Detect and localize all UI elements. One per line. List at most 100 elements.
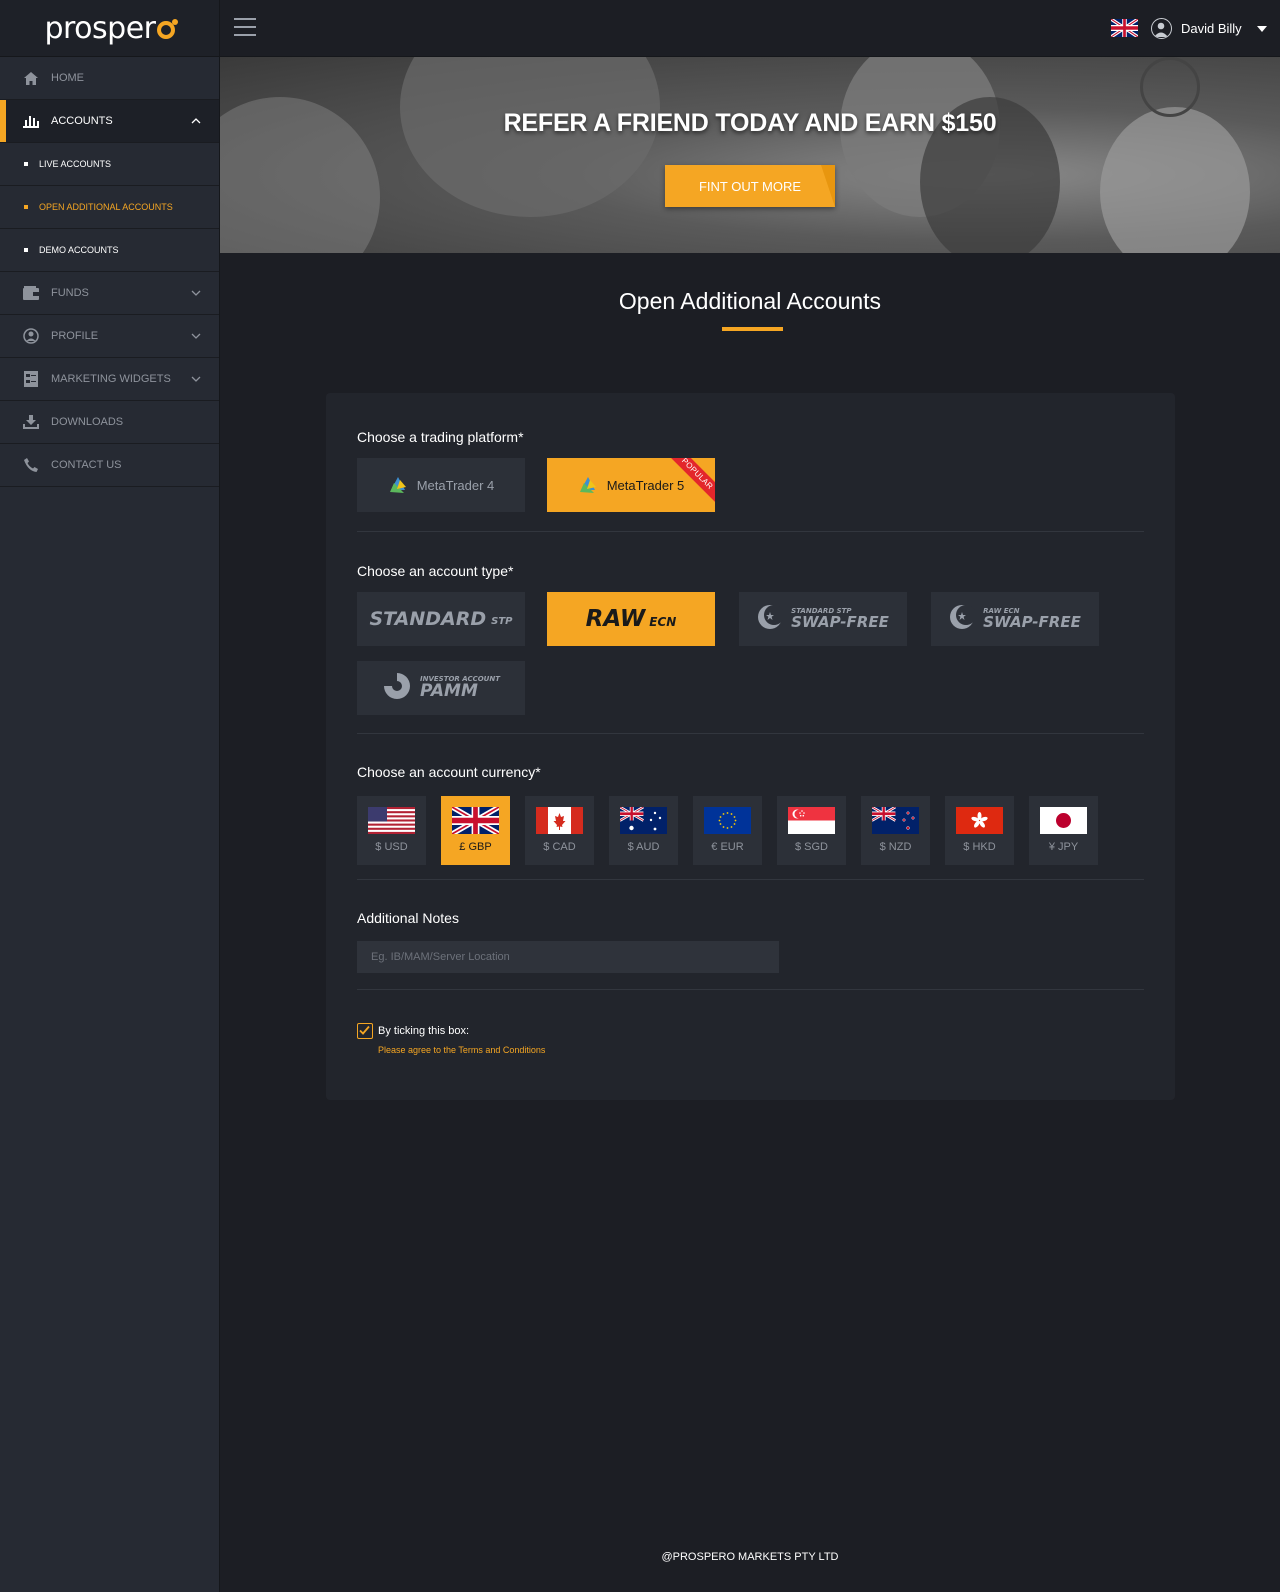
currency-option-aud[interactable]: $ AUD [609,796,678,865]
currency-option-hkd[interactable]: $ HKD [945,796,1014,865]
account-type-pamm[interactable]: INVESTOR ACCOUNT PAMM [357,661,525,715]
account-type-text: INVESTOR ACCOUNT PAMM [420,676,500,700]
hong-kong-flag-icon [956,807,1003,834]
hamburger-menu-icon[interactable] [234,18,256,36]
platform-option-mt5[interactable]: MetaTrader 5 POPULAR [547,458,715,512]
wallet-icon [22,284,40,302]
terms-checkbox[interactable] [357,1023,373,1039]
sidebar: prosper HOME ACCOUNTS LIVE ACCOUNTS OPEN… [0,0,220,1592]
chevron-down-icon [191,287,201,299]
platform-name: MetaTrader 5 [606,477,685,493]
user-name[interactable]: David Billy [1181,21,1242,36]
currency-option-nzd[interactable]: $ NZD [861,796,930,865]
sidebar-item-funds[interactable]: FUNDS [0,272,219,315]
avatar[interactable] [1151,18,1172,39]
sidebar-item-label: OPEN ADDITIONAL ACCOUNTS [39,202,173,212]
canada-flag-icon [536,807,583,834]
account-type-main: STANDARD [369,608,487,630]
currency-option-sgd[interactable]: $ SGD [777,796,846,865]
currency-code: $ NZD [879,841,912,853]
logo[interactable]: prosper [0,0,219,57]
logo-ring-icon [156,19,178,39]
currency-code: ¥ JPY [1048,841,1079,853]
bar-chart-icon [22,112,40,130]
uk-flag-icon[interactable] [1111,19,1138,37]
divider [357,733,1144,734]
crescent-star-icon [757,604,785,635]
divider [357,879,1144,880]
new-zealand-flag-icon [872,807,919,834]
bullet-icon [24,162,28,166]
japan-flag-icon [1040,807,1087,834]
uk-flag-icon [452,807,499,834]
topbar: David Billy [220,0,1280,57]
platform-label: Choose a trading platform* [357,429,524,445]
currency-option-eur[interactable]: € EUR [693,796,762,865]
sidebar-item-home[interactable]: HOME [0,57,219,100]
sidebar-item-open-additional-accounts[interactable]: OPEN ADDITIONAL ACCOUNTS [0,186,219,229]
account-type-main: SWAP-FREE [983,613,1081,631]
banner-title: REFER A FRIEND TODAY AND EARN $150 [503,109,997,137]
currency-option-usd[interactable]: $ USD [357,796,426,865]
sidebar-item-downloads[interactable]: DOWNLOADS [0,401,219,444]
currency-code: $ SGD [794,841,828,853]
account-type-main: RAW [585,606,646,632]
sidebar-item-label: DEMO ACCOUNTS [39,245,119,255]
chevron-down-icon [191,373,201,385]
button-label: FINT OUT MORE [698,178,802,194]
page-title: Open Additional Accounts [618,288,882,314]
account-type-standard-stp[interactable]: STANDARD STP [357,592,525,646]
account-type-text: RAW ECN SWAP-FREE [983,608,1081,630]
platform-name: MetaTrader 4 [416,477,495,493]
us-flag-icon [368,807,415,834]
currency-code: $ USD [375,841,408,853]
metatrader-icon [388,475,408,495]
account-type-suffix: STP [491,616,513,627]
sidebar-item-accounts[interactable]: ACCOUNTS [0,100,219,143]
eu-flag-icon [704,807,751,834]
notes-label: Additional Notes [357,910,459,926]
currency-code: $ HKD [963,841,996,853]
home-icon [22,69,40,87]
currency-option-gbp[interactable]: £ GBP [441,796,510,865]
banner-clock-shape [1140,57,1200,117]
platform-option-mt4[interactable]: MetaTrader 4 [357,458,525,512]
terms-link[interactable]: Please agree to the Terms and Conditions [378,1045,545,1055]
sidebar-item-contact-us[interactable]: CONTACT US [0,444,219,487]
crescent-star-icon [949,604,977,635]
currency-option-jpy[interactable]: ¥ JPY [1029,796,1098,865]
sidebar-item-marketing-widgets[interactable]: MARKETING WIDGETS [0,358,219,401]
caret-down-icon[interactable] [1257,26,1267,32]
bullet-icon [24,205,28,209]
australia-flag-icon [620,807,667,834]
sidebar-item-label: DOWNLOADS [51,416,124,428]
phone-icon [22,456,40,474]
currency-option-cad[interactable]: $ CAD [525,796,594,865]
currency-code: $ AUD [627,841,660,853]
account-type-label: Choose an account type* [357,563,514,579]
chevron-down-icon [191,330,201,342]
download-icon [22,413,40,431]
pamm-icon [382,671,412,706]
sidebar-item-label: LIVE ACCOUNTS [39,159,112,169]
account-type-raw-swap-free[interactable]: RAW ECN SWAP-FREE [931,592,1099,646]
additional-notes-input[interactable] [357,941,779,973]
divider [357,531,1144,532]
currency-label: Choose an account currency* [357,764,541,780]
sidebar-item-live-accounts[interactable]: LIVE ACCOUNTS [0,143,219,186]
account-type-main: PAMM [419,681,478,701]
user-circle-icon [22,327,40,345]
metatrader-icon [578,475,598,495]
sidebar-item-label: MARKETING WIDGETS [51,373,171,385]
bullet-icon [24,248,28,252]
logo-text: prosper [44,11,178,46]
find-out-more-button[interactable]: FINT OUT MORE [665,165,835,207]
sidebar-item-label: PROFILE [51,330,99,342]
account-type-standard-swap-free[interactable]: STANDARD STP SWAP-FREE [739,592,907,646]
promo-banner: REFER A FRIEND TODAY AND EARN $150 FINT … [220,57,1280,253]
sidebar-item-demo-accounts[interactable]: DEMO ACCOUNTS [0,229,219,272]
sidebar-item-label: FUNDS [51,287,89,299]
account-type-raw-ecn[interactable]: RAW ECN [547,592,715,646]
sidebar-item-profile[interactable]: PROFILE [0,315,219,358]
title-underline [722,327,783,331]
